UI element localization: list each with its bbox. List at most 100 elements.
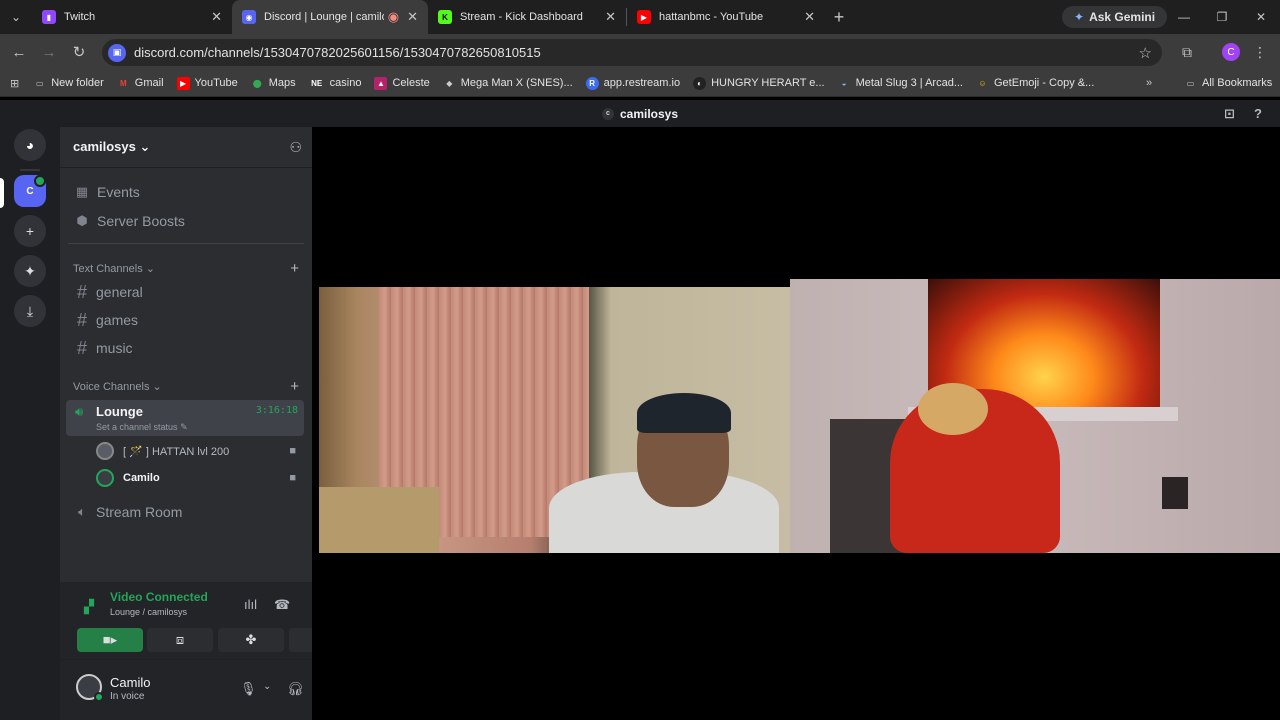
apps-grid-icon[interactable]: ⊞	[10, 77, 19, 90]
category-voice-channels[interactable]: Voice Channels ⌄ +	[73, 378, 299, 395]
headphones-icon[interactable]: 🎧︎	[287, 681, 304, 697]
bookmark-label: Mega Man X (SNES)...	[460, 77, 573, 89]
activities-button[interactable]: ✤	[218, 628, 284, 652]
discover-compass-icon[interactable]: ✦	[14, 255, 46, 287]
close-icon[interactable]: ✕	[605, 9, 616, 25]
tab-title: Stream - Kick Dashboard	[460, 11, 583, 23]
minimize-icon[interactable]: —	[1165, 0, 1203, 34]
tab-youtube[interactable]: ▶ hattanbmc - YouTube ✕	[627, 0, 825, 34]
tab-search-chevron-icon[interactable]: ⌄	[0, 0, 32, 34]
voice-status-subtitle[interactable]: Lounge / camilosys	[110, 607, 187, 617]
server-name: camilosys	[73, 139, 136, 154]
help-icon[interactable]: ?	[1254, 106, 1262, 121]
close-icon[interactable]: ✕	[211, 9, 222, 25]
bookmark-label: Metal Slug 3 | Arcad...	[855, 77, 963, 89]
window-title: camilosys	[619, 106, 679, 121]
voice-member[interactable]: [ 🪄 ] HATTAN lvl 200 ■	[96, 439, 302, 463]
invite-people-icon[interactable]: ⚇	[289, 139, 302, 156]
speaker-icon: 🔈︎	[78, 504, 86, 519]
bookmark-restream[interactable]: Rapp.restream.io	[585, 76, 680, 90]
channel-general[interactable]: # general	[68, 279, 304, 305]
voice-member[interactable]: Camilo ■	[96, 466, 302, 490]
window-close-icon[interactable]: ✕	[1242, 0, 1280, 34]
megaman-icon: ◆	[446, 78, 453, 88]
category-text-channels[interactable]: Text Channels ⌄ +	[73, 260, 299, 277]
live-badge	[34, 175, 46, 187]
signal-icon[interactable]: ▞	[84, 599, 94, 615]
avatar	[96, 469, 114, 487]
bookmark-label: GetEmoji - Copy &...	[994, 77, 1095, 89]
gmail-icon: M	[119, 78, 127, 88]
microphone-icon[interactable]: 🎙︎	[240, 681, 257, 697]
avatar	[96, 442, 114, 460]
menu-label: Server Boosts	[97, 213, 185, 229]
bookmark-casino[interactable]: NE casino	[309, 77, 361, 90]
back-arrow-icon[interactable]: ←	[4, 44, 34, 61]
new-tab-button[interactable]: +	[825, 7, 853, 28]
menu-item-events[interactable]: ▦ Events	[68, 179, 304, 205]
tab-discord[interactable]: ◉ Discord | Lounge | camilosys ◉ ✕	[232, 0, 428, 34]
site-info-icon[interactable]: ▣	[108, 43, 126, 62]
kick-icon: K	[438, 10, 452, 24]
channel-games[interactable]: # games	[68, 307, 304, 333]
address-bar[interactable]: ▣ discord.com/channels/15304707820256011…	[102, 39, 1162, 66]
video-tile-camilo[interactable]	[790, 279, 1280, 553]
download-icon[interactable]: ⤓	[14, 295, 46, 327]
channel-music[interactable]: # music	[68, 335, 304, 361]
channel-label: games	[96, 312, 139, 328]
noise-suppression-icon[interactable]: ılıl	[244, 597, 257, 612]
extensions-icon[interactable]: ⧉	[1176, 34, 1198, 70]
all-bookmarks[interactable]: ▭ All Bookmarks	[1184, 77, 1273, 90]
profile-avatar[interactable]: C	[1220, 34, 1242, 70]
reload-icon[interactable]: ↻	[64, 43, 94, 61]
voice-channel-stream-room[interactable]: 🔈︎ Stream Room	[68, 499, 304, 525]
chevron-down-icon[interactable]: ⌄	[263, 681, 271, 692]
divider	[68, 243, 304, 244]
camera-toggle-button[interactable]: ■▸	[77, 628, 143, 652]
bookmark-metalslug[interactable]: ◒ Metal Slug 3 | Arcad...	[838, 77, 963, 90]
url-text[interactable]: discord.com/channels/1530470782025601156…	[134, 45, 541, 60]
inbox-icon[interactable]: ⊡	[1224, 106, 1235, 122]
video-camera-icon: ■	[289, 472, 296, 484]
close-icon[interactable]: ✕	[407, 9, 418, 25]
add-channel-icon[interactable]: +	[290, 260, 299, 277]
call-timer: 3:16:18	[255, 405, 298, 416]
bookmark-gmail[interactable]: M Gmail	[117, 77, 164, 90]
video-content	[918, 383, 988, 435]
disconnect-icon[interactable]: ☎	[274, 597, 290, 613]
tab-kick[interactable]: K Stream - Kick Dashboard ✕	[428, 0, 626, 34]
username[interactable]: Camilo	[110, 675, 150, 690]
add-channel-icon[interactable]: +	[290, 378, 299, 395]
bookmark-maps[interactable]: ⬤ Maps	[251, 77, 296, 90]
tab-title: hattanbmc - YouTube	[659, 11, 764, 23]
bookmarks-overflow-icon[interactable]: »	[1146, 77, 1152, 89]
channel-status[interactable]: Set a channel status ✎	[96, 422, 188, 433]
ask-gemini-button[interactable]: ✦ Ask Gemini	[1062, 6, 1168, 28]
tab-twitch[interactable]: ▮ Twitch ✕	[32, 0, 232, 34]
discord-title-bar: c camilosys ⊡ ?	[0, 100, 1280, 127]
user-status: In voice	[110, 691, 145, 702]
bookmark-star-icon[interactable]: ☆	[1139, 44, 1152, 62]
discord-home-icon[interactable]: ◕	[14, 129, 46, 161]
share-screen-button[interactable]: ⧈	[147, 628, 213, 652]
menu-item-server-boosts[interactable]: ⬢ Server Boosts	[68, 208, 304, 234]
hashtag-icon: #	[76, 337, 87, 358]
forward-arrow-icon[interactable]: →	[34, 44, 64, 61]
bookmark-megaman[interactable]: ◆ Mega Man X (SNES)...	[443, 77, 573, 90]
bookmark-celeste[interactable]: ▲ Celeste	[374, 76, 430, 90]
boost-icon: ⬢	[76, 213, 88, 228]
voice-channel-lounge[interactable]: 🔊︎ Lounge 3:16:18 Set a channel status ✎	[66, 400, 304, 436]
bookmark-hungry[interactable]: ◐ HUNGRY HERART e...	[693, 76, 825, 90]
kebab-menu-icon[interactable]: ⋮	[1250, 34, 1270, 70]
all-bookmarks-label: All Bookmarks	[1202, 77, 1273, 89]
bookmark-new-folder[interactable]: ▭ New folder	[33, 77, 104, 90]
close-icon[interactable]: ✕	[804, 9, 815, 25]
discord-icon: ◉	[242, 10, 256, 24]
bookmark-getemoji[interactable]: ☺ GetEmoji - Copy &...	[976, 77, 1094, 90]
server-name-header[interactable]: camilosys ⌄	[73, 139, 150, 155]
maximize-icon[interactable]: ❐	[1203, 0, 1241, 34]
video-tile-hattan[interactable]	[319, 287, 790, 553]
bookmark-youtube[interactable]: ▶ YouTube	[176, 76, 238, 90]
add-server-icon[interactable]: +	[14, 215, 46, 247]
member-name: [ 🪄 ] HATTAN lvl 200	[123, 445, 230, 458]
